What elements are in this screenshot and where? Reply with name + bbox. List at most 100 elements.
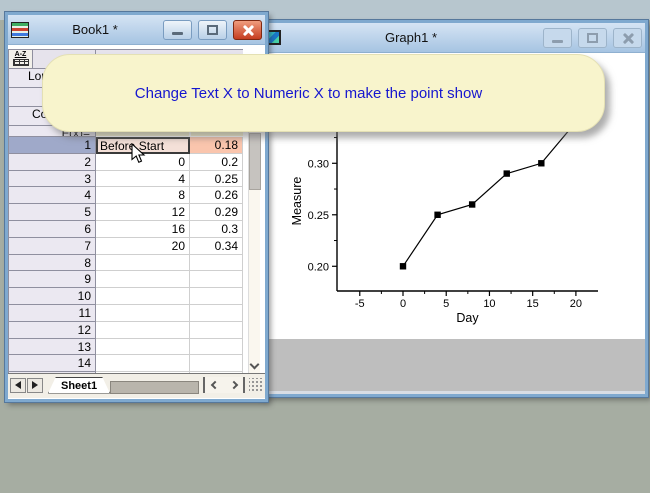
horizontal-scrollbar[interactable]: [203, 377, 245, 393]
row-header[interactable]: 8: [8, 255, 96, 272]
cell-col-a[interactable]: [96, 255, 190, 272]
cell-col-b[interactable]: [190, 271, 243, 288]
cell-col-b[interactable]: 0.3: [190, 221, 243, 238]
table-row: 200.2: [8, 154, 243, 171]
svg-text:20: 20: [570, 298, 582, 310]
tab-sheet1[interactable]: Sheet1: [48, 377, 110, 394]
minimize-button[interactable]: [163, 20, 192, 40]
close-button[interactable]: [613, 28, 642, 48]
minimize-button[interactable]: [543, 28, 572, 48]
scrollbar-thumb[interactable]: [249, 133, 261, 190]
chevron-down-icon: [250, 360, 260, 370]
cell-col-a[interactable]: [96, 322, 190, 339]
az-icon-label: A-Z: [9, 51, 32, 58]
row-header[interactable]: 12: [8, 322, 96, 339]
hint-tooltip: Change Text X to Numeric X to make the p…: [42, 54, 605, 132]
worksheet-rows: 1Before Start0.18200.2340.25480.265120.2…: [8, 137, 243, 373]
svg-text:0.20: 0.20: [308, 261, 329, 273]
book1-titlebar[interactable]: Book1 *: [8, 15, 265, 45]
minimize-icon: [172, 32, 183, 35]
svg-text:Measure: Measure: [290, 177, 304, 226]
tab-scroll-left-button[interactable]: [10, 378, 26, 393]
row-header[interactable]: 1: [8, 137, 96, 154]
triangle-right-icon: [32, 381, 38, 389]
chevron-right-icon: [229, 381, 237, 389]
table-row: 480.26: [8, 187, 243, 204]
resize-grip[interactable]: [249, 378, 263, 392]
row-header[interactable]: 3: [8, 171, 96, 188]
cell-col-b[interactable]: 0.18: [190, 137, 243, 154]
row-header[interactable]: 4: [8, 187, 96, 204]
cell-col-b[interactable]: [190, 288, 243, 305]
cell-col-b[interactable]: [190, 305, 243, 322]
row-header[interactable]: 5: [8, 204, 96, 221]
svg-text:-5: -5: [355, 298, 365, 310]
maximize-button[interactable]: [198, 20, 227, 40]
chevron-left-icon: [210, 381, 218, 389]
svg-text:5: 5: [443, 298, 449, 310]
cell-col-a[interactable]: [96, 355, 190, 372]
scroll-down-button[interactable]: [251, 361, 259, 369]
tab-scroll-right-button[interactable]: [27, 378, 43, 393]
cell-col-a[interactable]: 16: [96, 221, 190, 238]
tab-strip-empty: [110, 381, 199, 394]
cell-col-a[interactable]: [96, 339, 190, 356]
cell-col-a[interactable]: 8: [96, 187, 190, 204]
row-header[interactable]: 13: [8, 339, 96, 356]
cell-col-b[interactable]: [190, 322, 243, 339]
row-header[interactable]: 7: [8, 238, 96, 255]
table-row: 11: [8, 305, 243, 322]
row-header[interactable]: 10: [8, 288, 96, 305]
table-row: 7200.34: [8, 238, 243, 255]
row-header[interactable]: 6: [8, 221, 96, 238]
vertical-scrollbar[interactable]: [248, 130, 260, 373]
cell-col-b[interactable]: 0.34: [190, 238, 243, 255]
graph1-titlebar[interactable]: Graph1 *: [261, 23, 645, 53]
table-row: 5120.29: [8, 204, 243, 221]
row-header[interactable]: 2: [8, 154, 96, 171]
sheet-tab-bar: Sheet1: [8, 373, 265, 398]
triangle-left-icon: [15, 381, 21, 389]
cell-col-a[interactable]: 20: [96, 238, 190, 255]
table-row: 6160.3: [8, 221, 243, 238]
table-row: 340.25: [8, 171, 243, 188]
table-row: 1Before Start0.18: [8, 137, 243, 154]
cell-col-a[interactable]: [96, 288, 190, 305]
close-button[interactable]: [233, 20, 262, 40]
cell-col-a[interactable]: 4: [96, 171, 190, 188]
cell-col-b[interactable]: 0.25: [190, 171, 243, 188]
svg-text:15: 15: [527, 298, 539, 310]
sort-az-icon[interactable]: A-Z: [9, 50, 33, 68]
cell-col-b[interactable]: [190, 355, 243, 372]
maximize-button[interactable]: [578, 28, 607, 48]
row-header[interactable]: 14: [8, 355, 96, 372]
minimize-icon: [552, 40, 563, 43]
table-row: 8: [8, 255, 243, 272]
cell-col-a[interactable]: 12: [96, 204, 190, 221]
row-header[interactable]: 11: [8, 305, 96, 322]
table-row: 9: [8, 271, 243, 288]
svg-text:0.30: 0.30: [308, 158, 329, 170]
cell-col-a[interactable]: [96, 305, 190, 322]
cell-col-b[interactable]: 0.29: [190, 204, 243, 221]
svg-text:10: 10: [483, 298, 495, 310]
book1-title: Book1 *: [33, 22, 157, 37]
hint-tooltip-text: Change Text X to Numeric X to make the p…: [135, 85, 482, 102]
graph-outside-page: [261, 339, 645, 391]
table-row: 13: [8, 339, 243, 356]
table-row: 14: [8, 355, 243, 372]
maximize-icon: [207, 25, 218, 35]
cell-col-b[interactable]: 0.26: [190, 187, 243, 204]
row-header[interactable]: 9: [8, 271, 96, 288]
cell-col-b[interactable]: 0.2: [190, 154, 243, 171]
table-row: 12: [8, 322, 243, 339]
cell-col-a[interactable]: [96, 271, 190, 288]
cell-col-b[interactable]: [190, 255, 243, 272]
svg-text:0: 0: [400, 298, 406, 310]
mouse-cursor-icon: [131, 143, 147, 165]
cell-col-b[interactable]: [190, 339, 243, 356]
table-row: 10: [8, 288, 243, 305]
svg-text:Day: Day: [456, 311, 479, 325]
grid-icon: [13, 59, 29, 66]
worksheet-window-icon: [11, 22, 29, 38]
